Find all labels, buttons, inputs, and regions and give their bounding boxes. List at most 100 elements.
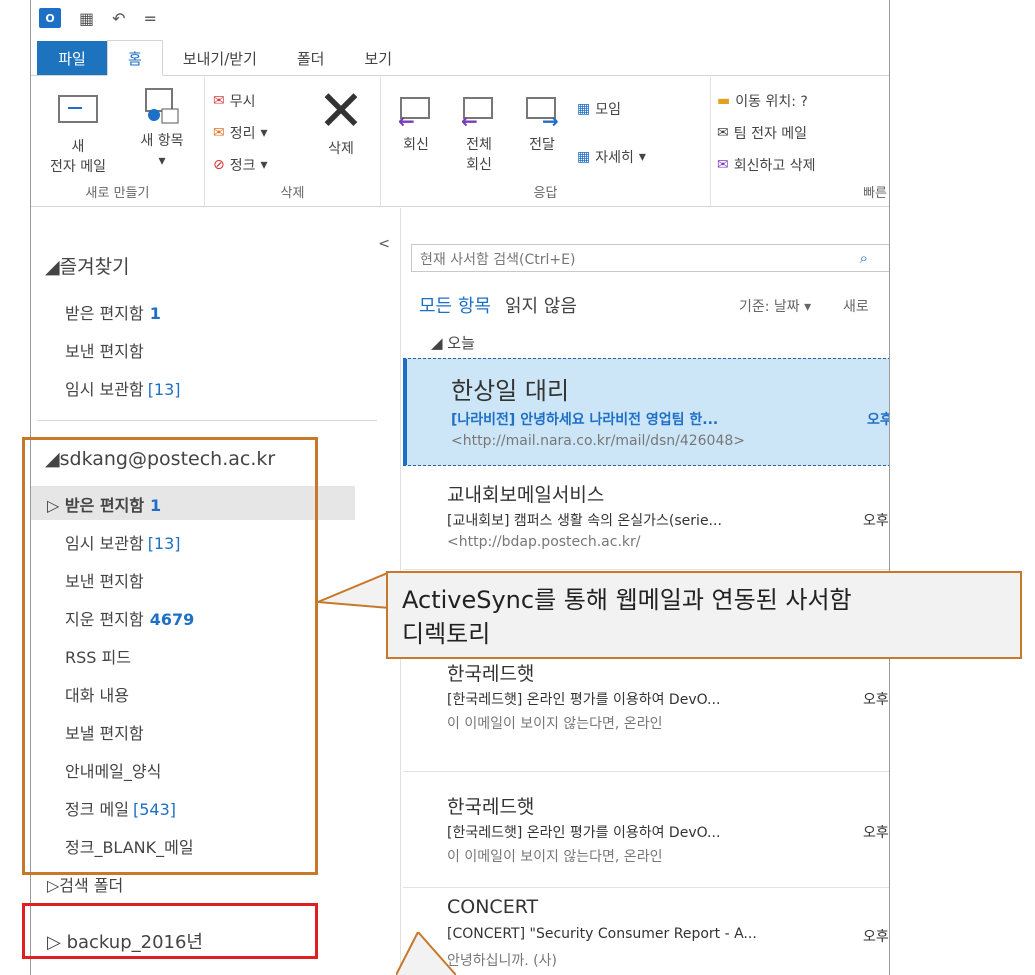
group-label-delete: 삭제 [280,186,305,201]
customize-qat-icon[interactable]: = [144,9,157,28]
search-placeholder: 현재 사서함 검색(Ctrl+E) [420,252,576,268]
ribbon-group-respond: ← 회신 ← 전체 회신 → 전달 ▦ 모임 ▦ 자세히 ▾ 응답 [381,77,711,207]
backup-folder-highlight [22,903,318,959]
group-label-new: 새로 만들기 [85,186,150,201]
callout-line-1: ActiveSync를 통해 웹메일과 연동된 사서함 [402,586,852,614]
ignore-button[interactable]: ✉ 무시 [213,91,256,111]
folder-label: 받은 편지함 [65,304,144,323]
folder-label: 임시 보관함 [65,380,144,399]
new-items-button[interactable]: 새 항목 ▾ [127,87,197,171]
sort-newest[interactable]: 새로 [843,296,869,316]
chevron-down-icon: ▾ [260,125,268,141]
unread-count: 1 [149,304,161,323]
meeting-icon: ▦ [577,101,591,117]
cleanup-icon: ✉ [213,125,225,141]
ribbon-group-delete: ✉ 무시 ✉ 정리 ▾ ⊘ 정크 ▾ ✕ 삭제 삭제 [205,77,381,207]
junk-button[interactable]: ⊘ 정크 ▾ [213,155,268,175]
reply-icon: ← [396,89,436,131]
search-input[interactable]: 현재 사서함 검색(Ctrl+E) ⌕ [411,244,889,272]
mail-time: 오후 [863,513,889,529]
mail-time: 오후 [863,825,889,841]
ignore-icon: ✉ [213,93,225,109]
group-label-quick-steps: 빠른 [863,186,887,201]
reply-button[interactable]: ← 회신 [391,89,441,155]
favorite-drafts[interactable]: 임시 보관함 [13] [65,376,181,400]
envelope-icon [58,95,98,123]
mail-item[interactable]: 한국레드햇 [한국레드햇] 온라인 평가를 이용하여 DevO... 이 이메일… [403,648,889,772]
mail-preview: <http://bdap.postech.ac.kr/ [447,534,641,550]
undo-icon[interactable]: ↶ [112,9,125,28]
more-label: 자세히 [595,150,634,166]
new-email-button[interactable]: 새 전자 메일 [43,95,113,177]
team-email-button[interactable]: ✉ 팀 전자 메일 [717,123,807,143]
mail-subject: [나라비전] 안녕하세요 나라비전 영업팀 한... [451,412,719,428]
mail-time: 오후 [863,929,889,945]
send-receive-icon[interactable]: ▦ [79,9,94,28]
mail-subject: [한국레드햇] 온라인 평가를 이용하여 DevO... [447,825,721,841]
meeting-label: 모임 [595,102,621,118]
reply-all-button[interactable]: ← 전체 회신 [451,89,507,175]
collapse-pane-icon[interactable]: < [378,236,390,252]
favorites-header[interactable]: ◢즐겨찾기 [45,252,130,279]
tab-home[interactable]: 홈 [107,40,163,76]
delete-x-icon: ✕ [317,79,365,144]
tab-view[interactable]: 보기 [344,41,412,75]
mail-time: 오후 [863,692,889,708]
favorite-inbox[interactable]: 받은 편지함 1 [65,300,161,324]
more-respond-button[interactable]: ▦ 자세히 ▾ [577,147,646,167]
new-email-label-1: 새 [71,139,85,155]
mail-filters: 모든 항목 읽지 않음 [419,292,577,318]
reply-all-icon: ← [459,89,499,131]
callout-line-2: 디렉토리 [402,620,491,648]
group-label-respond: 응답 [533,186,558,201]
new-items-label: 새 항목 [140,133,184,149]
mail-sender: 한국레드햇 [447,796,535,818]
new-items-icon [145,88,179,124]
ribbon-tabs: 파일 홈 보내기/받기 폴더 보기 [31,40,889,76]
reply-label: 회신 [403,137,429,153]
item-count: [13] [147,380,181,399]
mail-item[interactable]: 한상일 대리 [나라비전] 안녕하세요 나라비전 영업팀 한... <http:… [403,358,889,466]
mail-item[interactable]: 한국레드햇 [한국레드햇] 온라인 평가를 이용하여 DevO... 이 이메일… [403,782,889,888]
move-to-button[interactable]: ▬ 이동 위치: ? [717,91,808,111]
ignore-label: 무시 [229,94,256,110]
reply-all-label-1: 전체 [466,137,492,153]
pane-divider [37,420,377,421]
filter-unread[interactable]: 읽지 않음 [505,292,577,318]
activesync-folders-highlight [22,437,318,875]
filter-all[interactable]: 모든 항목 [419,292,491,318]
mail-item[interactable]: 교내회보메일서비스 [교내회보] 캠퍼스 생활 속의 온실가스(serie...… [403,470,889,570]
reply-delete-button[interactable]: ✉ 회신하고 삭제 [717,155,815,175]
forward-button[interactable]: → 전달 [517,89,567,155]
junk-icon: ⊘ [213,157,225,173]
delete-button[interactable]: ✕ 삭제 [311,79,371,159]
folder-label: 보낸 편지함 [65,342,144,361]
favorite-sent[interactable]: 보낸 편지함 [65,338,144,362]
reply-delete-icon: ✉ [717,157,729,173]
ribbon-group-new: 새 전자 메일 새 항목 ▾ 새로 만들기 [31,77,205,207]
mail-item[interactable]: CONCERT [CONCERT] "Security Consumer Rep… [403,892,889,975]
new-email-label-2: 전자 메일 [50,159,106,175]
meeting-button[interactable]: ▦ 모임 [577,99,621,119]
tab-send-receive[interactable]: 보내기/받기 [163,41,277,75]
tab-file[interactable]: 파일 [37,41,107,75]
folder-label: ▷검색 폴더 [47,876,124,895]
mail-sender: 교내회보메일서비스 [447,484,605,506]
move-to-label: 이동 위치: ? [735,94,808,110]
bottom-callout-pointer [396,932,456,975]
mail-subject: [교내회보] 캠퍼스 생활 속의 온실가스(serie... [447,513,722,529]
ribbon-group-quick-steps: ▬ 이동 위치: ? ✉ 팀 전자 메일 ✉ 회신하고 삭제 빠른 [711,77,889,207]
search-icon[interactable]: ⌕ [860,249,868,267]
mail-time: 오후 [867,412,889,428]
mail-preview: 이 이메일이 보이지 않는다면, 온라인 [447,849,663,865]
sort-by-date[interactable]: 기준: 날짜 ▾ [739,296,811,316]
tab-folder[interactable]: 폴더 [277,41,345,75]
group-header-today[interactable]: ◢ 오늘 [431,332,475,353]
cleanup-button[interactable]: ✉ 정리 ▾ [213,123,268,143]
account-search-folders[interactable]: ▷검색 폴더 [47,872,123,896]
mail-preview: 안녕하십니까. (사) [447,953,557,969]
mail-sender: CONCERT [447,896,539,918]
junk-label: 정크 [229,158,256,174]
delete-label: 삭제 [328,141,354,157]
cleanup-label: 정리 [229,126,256,142]
